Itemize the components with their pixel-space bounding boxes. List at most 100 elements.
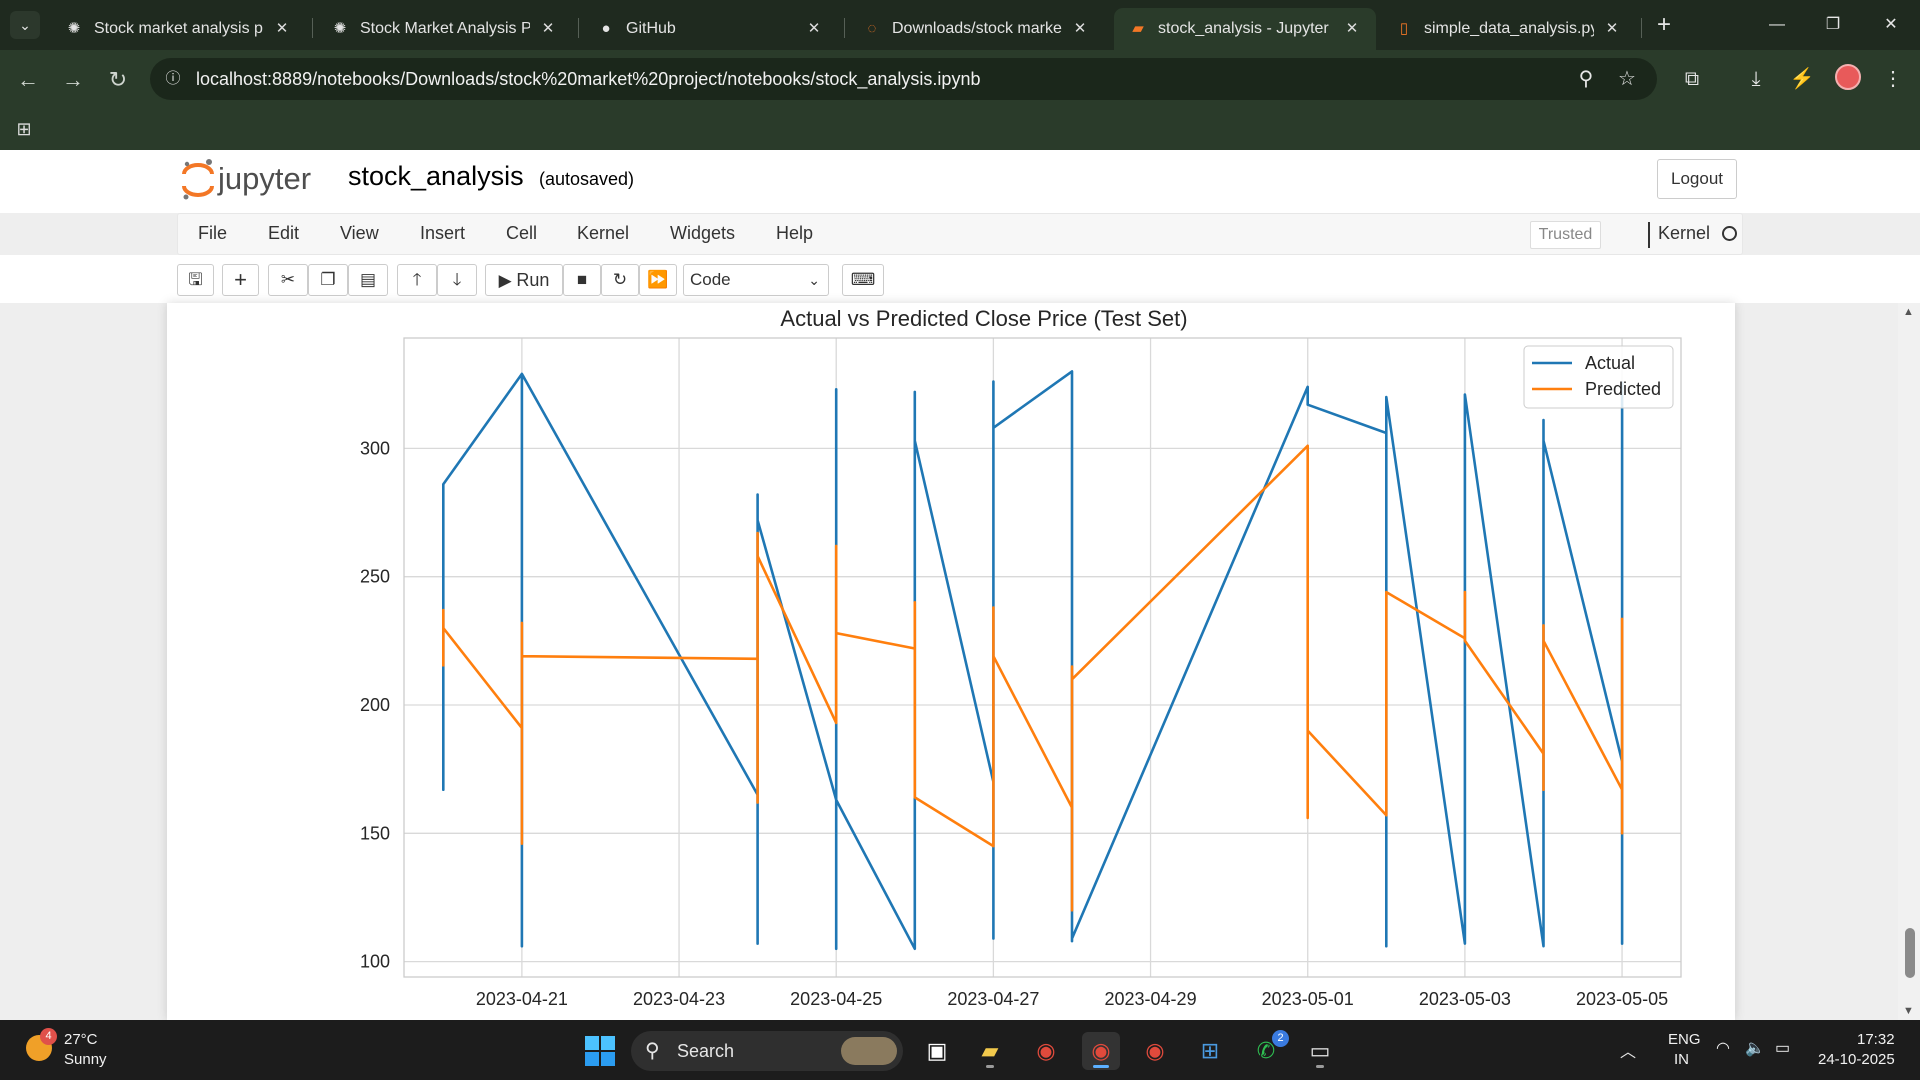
menu-view[interactable]: View [340, 223, 379, 244]
search-label: Search [677, 1041, 735, 1061]
scrollbar[interactable]: ▲ ▼ [1898, 303, 1920, 1020]
command-palette-button[interactable]: ⌨ [842, 264, 884, 296]
task-view-icon[interactable]: ▣ [918, 1032, 956, 1070]
language-indicator[interactable]: ENG [1668, 1031, 1701, 1048]
scroll-down-icon[interactable]: ▼ [1903, 1005, 1914, 1017]
active-indicator [1093, 1065, 1109, 1068]
close-icon[interactable]: ✕ [804, 19, 824, 39]
x-tick-label: 2023-04-21 [476, 989, 568, 1009]
close-icon[interactable]: ✕ [1342, 19, 1362, 39]
tab-label: Stock market analysis proje [94, 20, 264, 37]
play-icon: ▶ [498, 271, 512, 290]
new-tab-button[interactable]: + [1650, 12, 1678, 40]
url-text[interactable]: localhost:8889/notebooks/Downloads/stock… [196, 69, 980, 90]
site-info-icon[interactable]: ⓘ [160, 66, 186, 92]
close-window-icon[interactable]: ✕ [1873, 10, 1909, 40]
close-icon[interactable]: ✕ [538, 19, 558, 39]
keyboard-icon: ⌨ [850, 270, 876, 289]
move-up-button[interactable]: 🡑 [397, 264, 437, 296]
jupyter-logo[interactable]: jupyter [180, 156, 340, 206]
chrome-icon[interactable]: ◉ [1136, 1032, 1174, 1070]
apps-grid-icon[interactable]: ⊞ [12, 117, 36, 141]
x-tick-label: 2023-05-03 [1419, 989, 1511, 1009]
y-tick-label: 300 [360, 438, 390, 458]
move-down-button[interactable]: 🡓 [437, 264, 477, 296]
tab-search-chevron-icon[interactable]: ⌄ [10, 11, 40, 39]
close-icon[interactable]: ✕ [1070, 19, 1090, 39]
performance-icon[interactable]: ⚡ [1787, 64, 1817, 94]
openai-icon: ✺ [67, 20, 81, 37]
scroll-up-icon[interactable]: ▲ [1903, 306, 1914, 318]
menu-edit[interactable]: Edit [268, 223, 299, 244]
chart-tick-labels: 2023-04-21 2023-04-23 2023-04-25 2023-04-27… [360, 438, 1668, 1009]
cell-type-select[interactable]: Code ⌄ [683, 264, 829, 296]
weather-condition[interactable]: Sunny [64, 1051, 107, 1068]
kernel-name[interactable]: Kernel [1658, 223, 1710, 244]
bookmark-star-icon[interactable]: ☆ [1615, 67, 1639, 91]
address-bar[interactable]: ⓘ localhost:8889/notebooks/Downloads/sto… [150, 58, 1657, 100]
series-line-actual [441, 370, 1624, 951]
tab-github[interactable]: ● GitHub ✕ [582, 8, 838, 50]
restart-run-all-button[interactable]: ⏩ [639, 264, 677, 296]
download-icon[interactable]: ⤓ [1741, 64, 1771, 94]
restart-button[interactable]: ↻ [601, 264, 639, 296]
cut-button[interactable]: ✂ [268, 264, 308, 296]
tab-downloads[interactable]: ◌ Downloads/stock market p ✕ [848, 8, 1104, 50]
save-button[interactable]: 🖫 [177, 264, 214, 296]
close-icon[interactable]: ✕ [272, 19, 292, 39]
chevron-up-icon[interactable]: ︿ [1620, 1038, 1636, 1062]
reload-icon[interactable]: ↻ [103, 65, 133, 95]
menu-widgets[interactable]: Widgets [670, 223, 735, 244]
start-button[interactable] [585, 1036, 615, 1066]
x-tick-label: 2023-04-25 [790, 989, 882, 1009]
insert-cell-button[interactable]: + [222, 264, 259, 296]
logout-button[interactable]: Logout [1657, 159, 1737, 199]
menu-insert[interactable]: Insert [420, 223, 465, 244]
menu-icon[interactable]: ⋮ [1878, 64, 1908, 94]
back-icon[interactable]: ← [13, 65, 43, 95]
x-tick-label: 2023-04-23 [633, 989, 725, 1009]
menu-kernel[interactable]: Kernel [577, 223, 629, 244]
clock-time[interactable]: 17:32 [1857, 1031, 1895, 1048]
chevron-down-icon: ⌄ [808, 272, 820, 288]
restore-icon[interactable]: ❐ [1815, 10, 1851, 40]
scrollbar-thumb[interactable] [1905, 928, 1915, 978]
menu-cell[interactable]: Cell [506, 223, 537, 244]
run-button[interactable]: ▶ Run [485, 264, 563, 296]
minimize-icon[interactable]: — [1759, 10, 1795, 40]
chrome-profile-2-icon[interactable]: ◉ [1082, 1032, 1120, 1070]
file-explorer-icon[interactable]: ▰ [971, 1032, 1009, 1070]
forward-icon[interactable]: → [58, 65, 88, 95]
volume-icon[interactable]: 🔈 [1745, 1038, 1765, 1058]
tab-stock-market-analysis-2[interactable]: ✺ Stock Market Analysis Proj ✕ [316, 8, 572, 50]
menu-help[interactable]: Help [776, 223, 813, 244]
avatar[interactable] [1835, 64, 1861, 90]
tab-stock-analysis-notebook[interactable]: ▰ stock_analysis - Jupyter No ✕ [1114, 8, 1376, 50]
trusted-badge[interactable]: Trusted [1530, 221, 1601, 249]
clock-date[interactable]: 24-10-2025 [1818, 1051, 1895, 1068]
document-icon: ▯ [1399, 20, 1409, 37]
close-icon[interactable]: ✕ [1602, 19, 1622, 39]
tab-stock-market-analysis-1[interactable]: ✺ Stock market analysis proje ✕ [50, 8, 306, 50]
zoom-icon[interactable]: ⚲ [1574, 67, 1598, 91]
weather-temperature[interactable]: 27°C [64, 1031, 98, 1048]
paste-button[interactable]: ▤ [348, 264, 388, 296]
language-region[interactable]: IN [1674, 1051, 1689, 1068]
tab-label: Downloads/stock market p [892, 20, 1062, 37]
microsoft-store-icon[interactable]: ⊞ [1191, 1032, 1229, 1070]
copy-button[interactable]: ❐ [308, 264, 348, 296]
tab-simple-data-analysis[interactable]: ▯ simple_data_analysis.py - J ✕ [1380, 8, 1636, 50]
tab-separator [578, 18, 579, 38]
tab-label: simple_data_analysis.py - J [1424, 20, 1594, 37]
wifi-icon[interactable]: ◠ [1716, 1038, 1730, 1058]
taskbar-search[interactable]: ⚲ Search [631, 1031, 903, 1071]
notebook-title[interactable]: stock_analysis [348, 161, 524, 192]
extensions-icon[interactable]: ⧉ [1677, 64, 1707, 94]
chart-title: Actual vs Predicted Close Price (Test Se… [780, 306, 1187, 331]
battery-icon[interactable]: ▭ [1775, 1038, 1790, 1058]
menu-file[interactable]: File [198, 223, 227, 244]
interrupt-button[interactable]: ■ [563, 264, 601, 296]
whatsapp-icon[interactable]: ✆ 2 [1247, 1030, 1289, 1070]
terminal-icon[interactable]: ▭ [1301, 1032, 1339, 1070]
chrome-profile-1-icon[interactable]: ◉ [1027, 1032, 1065, 1070]
